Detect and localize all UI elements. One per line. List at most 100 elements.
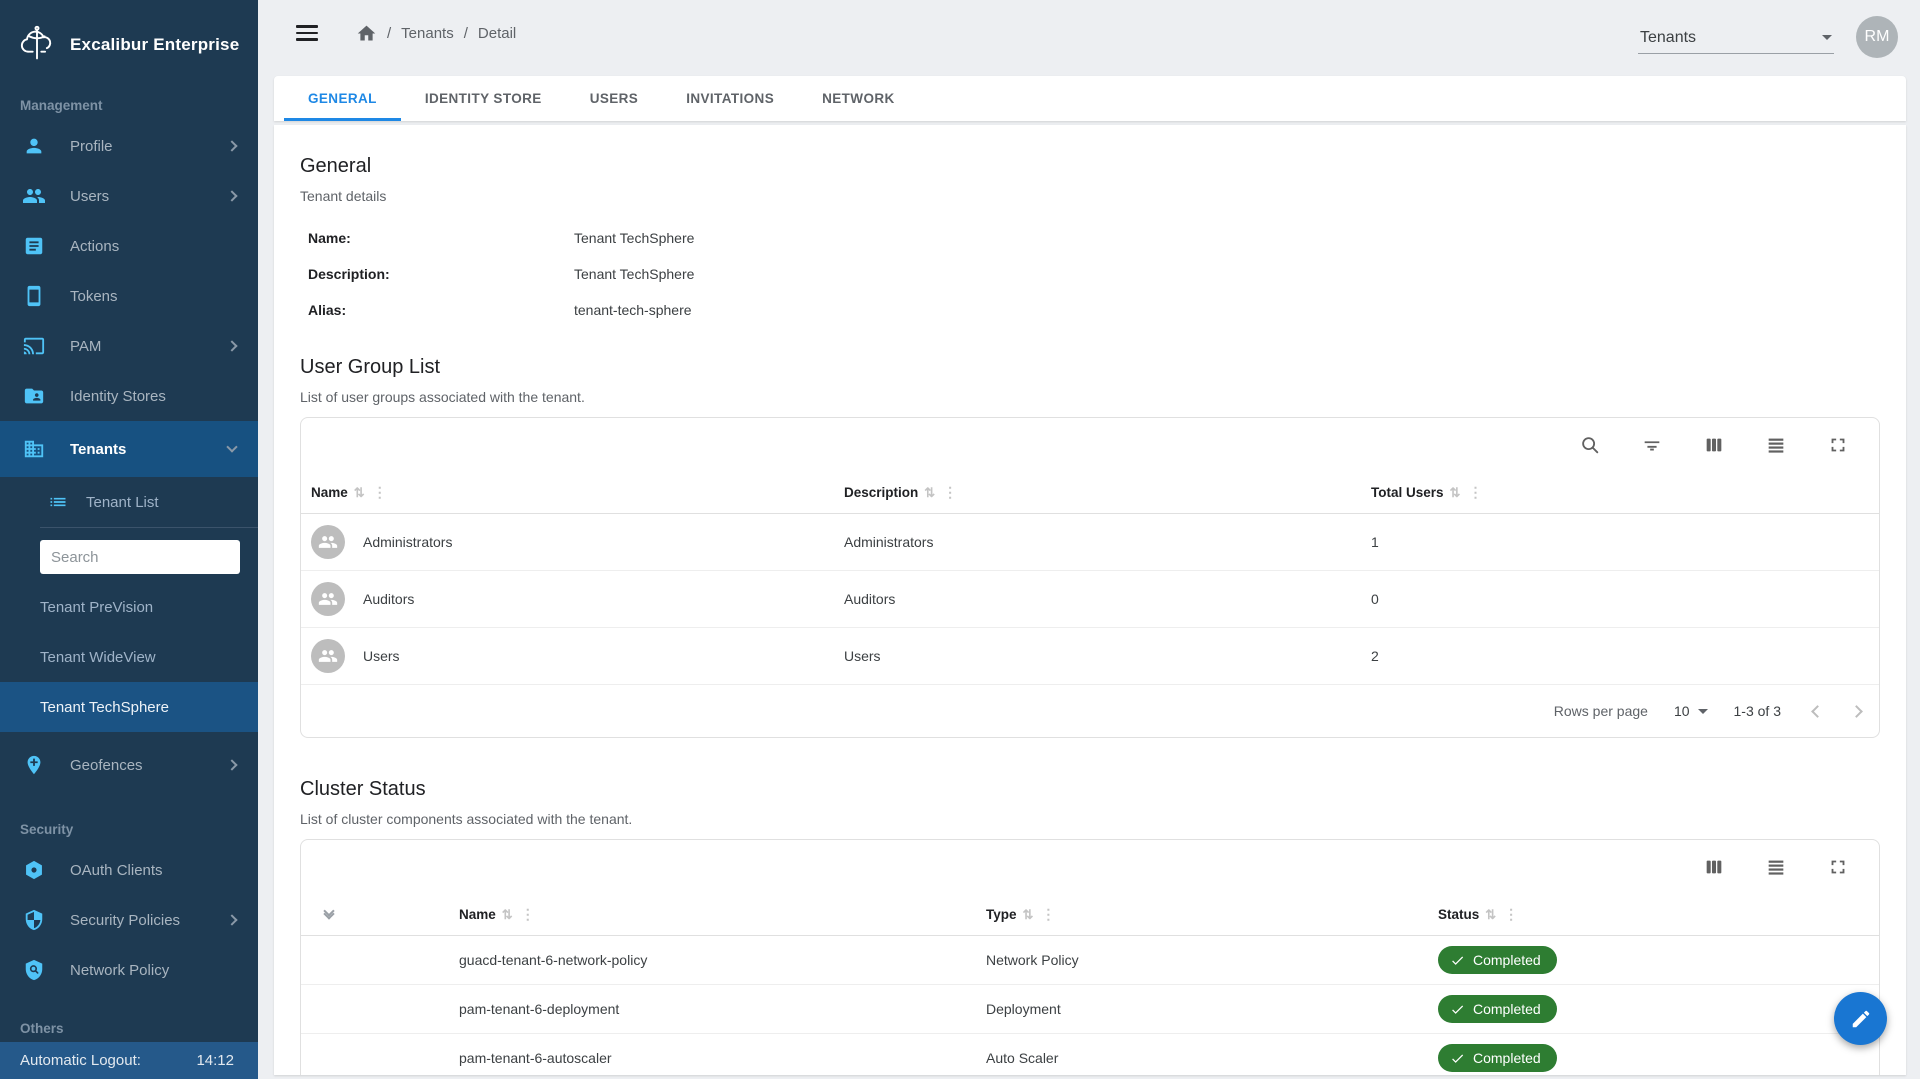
general-subtitle: Tenant details xyxy=(300,188,1880,204)
field-name: Name: Tenant TechSphere xyxy=(300,220,1880,256)
auto-logout-time: 14:12 xyxy=(196,1052,234,1069)
tab-identity-store[interactable]: IDENTITY STORE xyxy=(401,76,566,121)
table-toolbar xyxy=(301,840,1879,894)
column-menu-icon[interactable]: ⋮ xyxy=(519,906,537,923)
chevron-right-icon xyxy=(226,140,237,151)
fullscreen-icon[interactable] xyxy=(1821,428,1855,462)
table-row[interactable]: Administrators Administrators 1 xyxy=(301,514,1879,571)
topbar: / Tenants / Detail Tenants RM xyxy=(258,0,1920,76)
chevron-right-icon xyxy=(226,759,237,770)
sort-icon[interactable]: ⇅ xyxy=(924,485,935,501)
tab-network[interactable]: NETWORK xyxy=(798,76,919,121)
rows-per-page-label: Rows per page xyxy=(1554,703,1648,719)
rows-per-page-select[interactable]: 10 xyxy=(1674,703,1708,719)
sidebar-item-tenant-techsphere[interactable]: Tenant TechSphere xyxy=(0,682,258,732)
smartphone-icon xyxy=(22,284,46,308)
section-others: Others xyxy=(0,1021,258,1036)
sidebar-item-profile[interactable]: Profile xyxy=(0,121,258,171)
collapse-all-icon[interactable] xyxy=(301,911,361,918)
sidebar-item-network-policy[interactable]: Network Policy xyxy=(0,945,258,995)
menu-toggle-button[interactable] xyxy=(296,25,318,41)
chevron-right-icon xyxy=(226,190,237,201)
shield-icon xyxy=(22,908,46,932)
home-icon[interactable] xyxy=(356,23,377,44)
filter-icon[interactable] xyxy=(1635,428,1669,462)
sidebar-item-geofences[interactable]: Geofences xyxy=(0,740,258,790)
table-row[interactable]: pam-tenant-6-autoscaler Auto Scaler Comp… xyxy=(301,1034,1879,1075)
shield-search-icon xyxy=(22,958,46,982)
sidebar-item-tenant-prevision[interactable]: Tenant PreVision xyxy=(0,582,258,632)
user-group-table: Name⇅⋮ Description⇅⋮ Total Users⇅⋮ Admin… xyxy=(300,417,1880,738)
caret-down-icon xyxy=(1698,709,1708,714)
sidebar-item-users[interactable]: Users xyxy=(0,171,258,221)
tab-general[interactable]: GENERAL xyxy=(284,76,401,121)
list-icon xyxy=(48,492,68,512)
table-header: Name⇅⋮ Description⇅⋮ Total Users⇅⋮ xyxy=(301,472,1879,514)
table-row[interactable]: guacd-tenant-6-network-policy Network Po… xyxy=(301,936,1879,985)
chevron-right-icon xyxy=(226,914,237,925)
table-row[interactable]: pam-tenant-6-deployment Deployment Compl… xyxy=(301,985,1879,1034)
tab-invitations[interactable]: INVITATIONS xyxy=(662,76,798,121)
sort-icon[interactable]: ⇅ xyxy=(354,485,365,501)
user-group-list-subtitle: List of user groups associated with the … xyxy=(300,389,1880,405)
table-row[interactable]: Auditors Auditors 0 xyxy=(301,571,1879,628)
breadcrumb: / Tenants / Detail xyxy=(356,23,516,44)
status-badge: Completed xyxy=(1438,995,1557,1023)
search-icon[interactable] xyxy=(1573,428,1607,462)
check-icon xyxy=(1450,953,1465,968)
previous-page-icon[interactable] xyxy=(1811,705,1824,718)
density-icon[interactable] xyxy=(1759,428,1793,462)
people-icon xyxy=(22,184,46,208)
density-icon[interactable] xyxy=(1759,850,1793,884)
user-avatar[interactable]: RM xyxy=(1856,16,1898,58)
section-security: Security xyxy=(0,822,258,837)
fullscreen-icon[interactable] xyxy=(1821,850,1855,884)
field-alias: Alias: tenant-tech-sphere xyxy=(300,292,1880,328)
sidebar-item-pam[interactable]: PAM xyxy=(0,321,258,371)
edit-fab-button[interactable] xyxy=(1834,992,1887,1045)
app-title: Excalibur Enterprise xyxy=(70,35,239,55)
sort-icon[interactable]: ⇅ xyxy=(1023,907,1034,923)
tab-users[interactable]: USERS xyxy=(566,76,663,121)
next-page-icon[interactable] xyxy=(1850,705,1863,718)
group-avatar xyxy=(311,639,345,673)
divider xyxy=(40,527,258,528)
excalibur-cloud-sword-logo-icon xyxy=(16,24,58,66)
sidebar-item-security-policies[interactable]: Security Policies xyxy=(0,895,258,945)
folder-shared-icon xyxy=(22,384,46,408)
column-menu-icon[interactable]: ⋮ xyxy=(1039,906,1057,923)
context-select[interactable]: Tenants xyxy=(1638,27,1834,54)
sidebar-item-tenant-list[interactable]: Tenant List xyxy=(0,477,258,527)
table-pagination: Rows per page 10 1-3 of 3 xyxy=(301,685,1879,737)
column-menu-icon[interactable]: ⋮ xyxy=(941,484,959,501)
tenant-search-input[interactable] xyxy=(40,540,240,574)
columns-icon[interactable] xyxy=(1697,428,1731,462)
breadcrumb-item-tenants[interactable]: Tenants xyxy=(401,25,454,42)
sort-icon[interactable]: ⇅ xyxy=(1450,485,1461,501)
sort-icon[interactable]: ⇅ xyxy=(1485,907,1496,923)
cluster-status-subtitle: List of cluster components associated wi… xyxy=(300,811,1880,827)
check-icon xyxy=(1450,1002,1465,1017)
sidebar-item-identity-stores[interactable]: Identity Stores xyxy=(0,371,258,421)
sidebar-item-oauth-clients[interactable]: OAuth Clients xyxy=(0,845,258,895)
cluster-status-title: Cluster Status xyxy=(300,778,1880,801)
sidebar-item-actions[interactable]: Actions xyxy=(0,221,258,271)
breadcrumb-item-detail: Detail xyxy=(478,25,516,42)
column-menu-icon[interactable]: ⋮ xyxy=(1502,906,1520,923)
sort-icon[interactable]: ⇅ xyxy=(502,907,513,923)
chevron-right-icon xyxy=(226,340,237,351)
pagination-range: 1-3 of 3 xyxy=(1734,703,1781,719)
column-menu-icon[interactable]: ⋮ xyxy=(1466,484,1484,501)
sidebar-item-tokens[interactable]: Tokens xyxy=(0,271,258,321)
column-menu-icon[interactable]: ⋮ xyxy=(371,484,389,501)
general-title: General xyxy=(300,155,1880,178)
pencil-icon xyxy=(1850,1008,1872,1030)
columns-icon[interactable] xyxy=(1697,850,1731,884)
building-icon xyxy=(22,437,46,461)
sidebar: Excalibur Enterprise Management Profile … xyxy=(0,0,258,1079)
sidebar-item-tenants[interactable]: Tenants xyxy=(0,421,258,477)
cluster-status-table: Name⇅⋮ Type⇅⋮ Status⇅⋮ guacd-tenant-6-ne… xyxy=(300,839,1880,1075)
sidebar-item-tenant-wideview[interactable]: Tenant WideView xyxy=(0,632,258,682)
field-description: Description: Tenant TechSphere xyxy=(300,256,1880,292)
table-row[interactable]: Users Users 2 xyxy=(301,628,1879,685)
